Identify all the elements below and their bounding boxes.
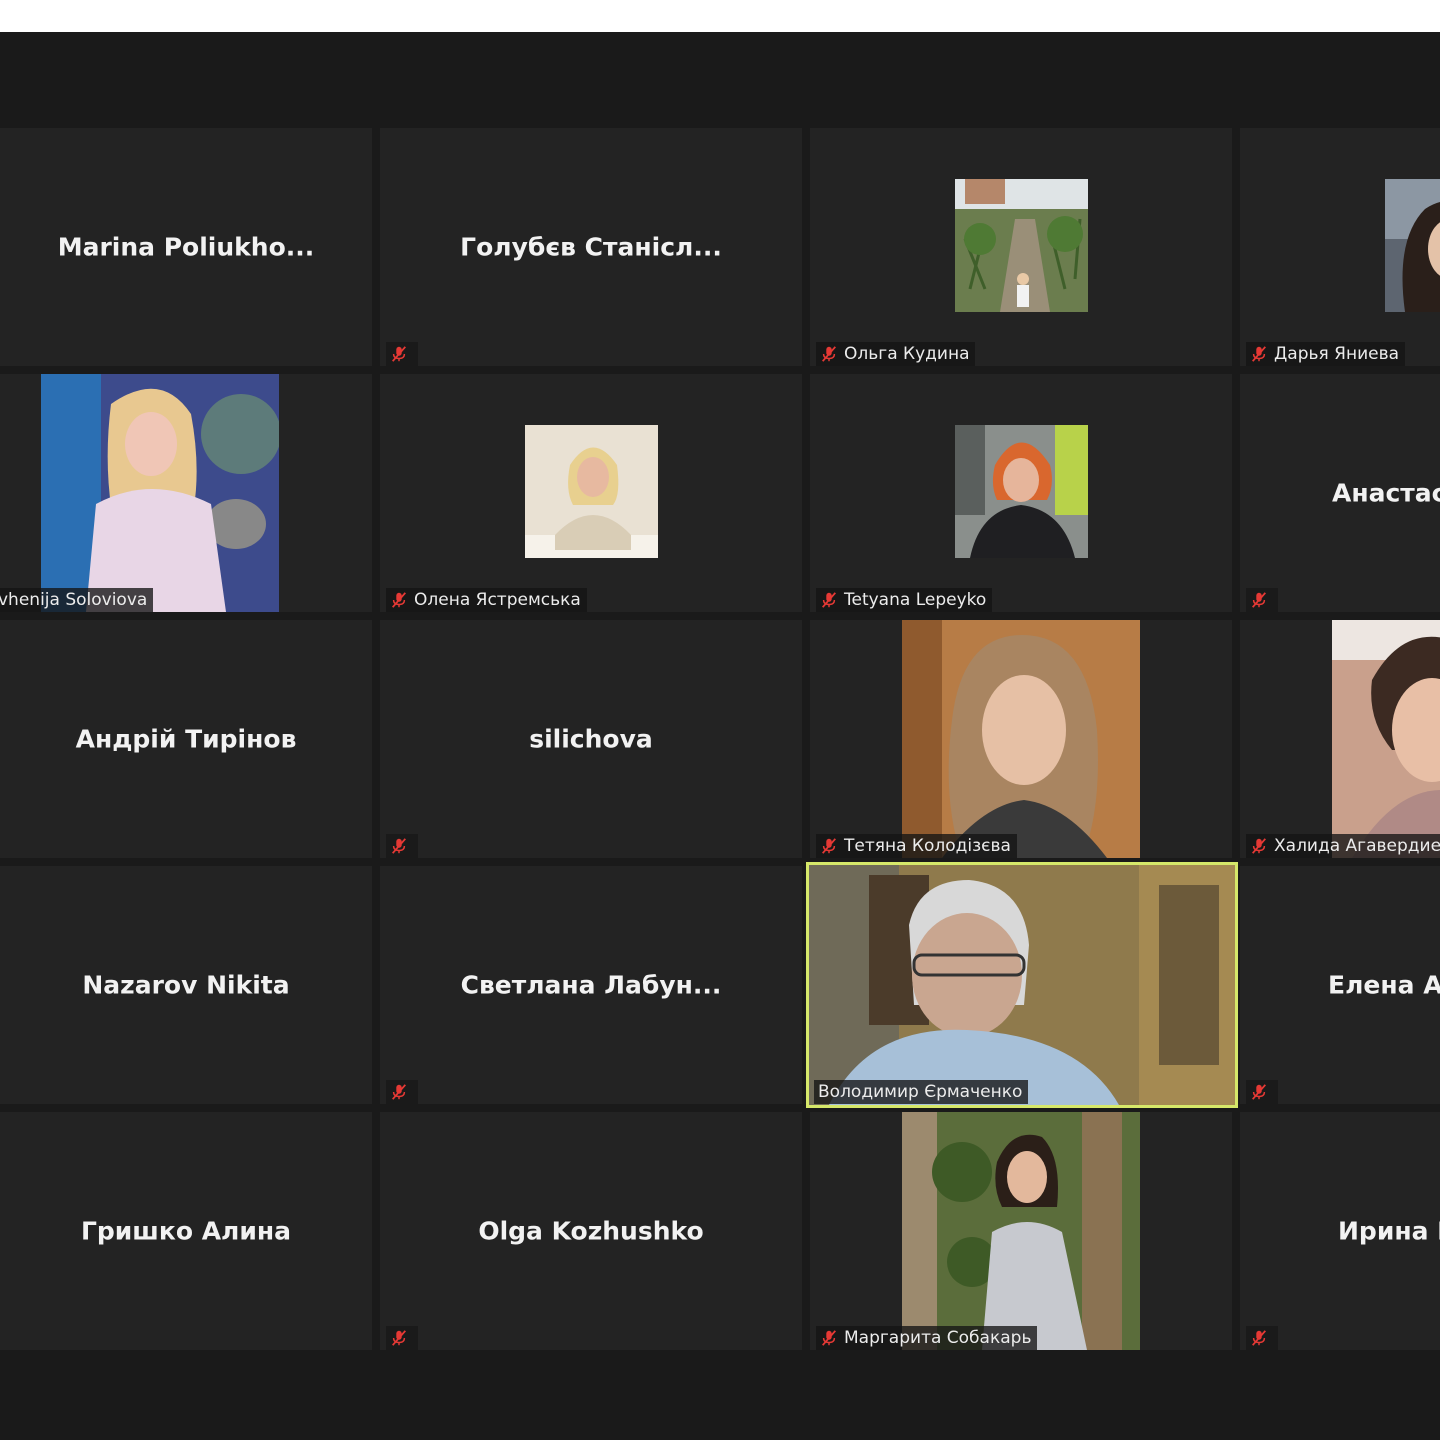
- participant-label: vhenija Soloviova: [0, 588, 154, 612]
- mic-muted-icon: [820, 837, 838, 855]
- participant-name: Анастас: [1332, 478, 1440, 508]
- participant-tile[interactable]: Халида Агавердиева: [1240, 620, 1440, 858]
- participant-name: Nazarov Nikita: [82, 970, 290, 1000]
- participant-name: Ирина I: [1338, 1216, 1440, 1246]
- participant-name: vhenija Soloviova: [0, 590, 148, 610]
- mic-muted-icon: [820, 591, 838, 609]
- participant-name: Olga Kozhushko: [478, 1216, 704, 1246]
- mic-muted-icon: [390, 345, 408, 363]
- avatar: [1385, 179, 1440, 312]
- mic-muted-icon: [390, 1083, 408, 1101]
- avatar: [902, 620, 1140, 858]
- participant-tile[interactable]: Гришко Алина: [0, 1112, 372, 1350]
- participant-tile[interactable]: Ирина I: [1240, 1112, 1440, 1350]
- mic-muted-icon: [820, 1329, 838, 1347]
- participant-label: [1246, 1080, 1278, 1104]
- avatar: [955, 179, 1088, 312]
- participant-label: [386, 834, 418, 858]
- participant-name: Тетяна Колодізєва: [844, 836, 1011, 856]
- mic-muted-icon: [390, 591, 408, 609]
- participant-tile[interactable]: Тетяна Колодізєва: [810, 620, 1232, 858]
- participant-tile[interactable]: Светлана Лабун...: [380, 866, 802, 1104]
- mic-muted-icon: [390, 1329, 408, 1347]
- participant-label: Олена Ястремська: [386, 588, 587, 612]
- participant-label: Халида Агавердиева: [1246, 834, 1440, 858]
- participant-tile[interactable]: Дарья Яниева: [1240, 128, 1440, 366]
- participant-name: Елена А: [1328, 970, 1440, 1000]
- participant-label: [386, 1326, 418, 1350]
- participant-name: Халида Агавердиева: [1274, 836, 1440, 856]
- participant-label: Ольга Кудина: [816, 342, 976, 366]
- avatar: [955, 425, 1088, 558]
- participant-tile[interactable]: Marina Poliukho...: [0, 128, 372, 366]
- participant-name: Голубєв Станісл...: [460, 232, 722, 262]
- mic-muted-icon: [1250, 1329, 1268, 1347]
- participant-name: Marina Poliukho...: [57, 232, 315, 262]
- participant-label: [1246, 588, 1278, 612]
- participant-label: [386, 1080, 418, 1104]
- avatar: [525, 425, 658, 558]
- participant-tile[interactable]: Olga Kozhushko: [380, 1112, 802, 1350]
- participant-tile[interactable]: Голубєв Станісл...: [380, 128, 802, 366]
- participant-tile[interactable]: silichova: [380, 620, 802, 858]
- participant-tile[interactable]: Nazarov Nikita: [0, 866, 372, 1104]
- participant-name: Дарья Яниева: [1274, 344, 1400, 364]
- participant-tile[interactable]: Андрій Тирінов: [0, 620, 372, 858]
- video-feed: [809, 865, 1235, 1105]
- participant-tile[interactable]: Елена А: [1240, 866, 1440, 1104]
- mic-muted-icon: [1250, 837, 1268, 855]
- participant-label: [386, 342, 418, 366]
- participant-label: Володимир Єрмаченко: [814, 1080, 1029, 1104]
- participant-name: Ольга Кудина: [844, 344, 970, 364]
- participant-tile[interactable]: Маргарита Собакарь: [810, 1112, 1232, 1350]
- participant-name: Маргарита Собакарь: [844, 1328, 1032, 1348]
- participant-tile[interactable]: Tetyana Lepeyko: [810, 374, 1232, 612]
- mic-muted-icon: [1250, 1083, 1268, 1101]
- participant-name: Володимир Єрмаченко: [818, 1082, 1023, 1102]
- gallery-view: Marina Poliukho... Голубєв Станісл... Ол…: [0, 32, 1440, 1440]
- avatar: [41, 374, 279, 612]
- participant-label: Tetyana Lepeyko: [816, 588, 993, 612]
- mic-muted-icon: [820, 345, 838, 363]
- avatar: [902, 1112, 1140, 1350]
- participant-name: silichova: [529, 724, 653, 754]
- participant-tile[interactable]: Анастас: [1240, 374, 1440, 612]
- participant-label: Дарья Яниева: [1246, 342, 1406, 366]
- mic-muted-icon: [1250, 345, 1268, 363]
- participant-name: Олена Ястремська: [414, 590, 581, 610]
- participant-label: [1246, 1326, 1278, 1350]
- participant-name: Светлана Лабун...: [460, 970, 722, 1000]
- participant-tile[interactable]: Ольга Кудина: [810, 128, 1232, 366]
- participant-label: Маргарита Собакарь: [816, 1326, 1038, 1350]
- mic-muted-icon: [1250, 591, 1268, 609]
- mic-muted-icon: [390, 837, 408, 855]
- avatar: [1332, 620, 1440, 858]
- participant-label: Тетяна Колодізєва: [816, 834, 1017, 858]
- participant-name: Гришко Алина: [80, 1216, 292, 1246]
- participant-name: Андрій Тирінов: [75, 724, 297, 754]
- participant-name: Tetyana Lepeyko: [844, 590, 987, 610]
- participant-tile[interactable]: vhenija Soloviova: [0, 374, 372, 612]
- participant-tile[interactable]: Олена Ястремська: [380, 374, 802, 612]
- active-speaker-tile[interactable]: Володимир Єрмаченко: [806, 862, 1238, 1108]
